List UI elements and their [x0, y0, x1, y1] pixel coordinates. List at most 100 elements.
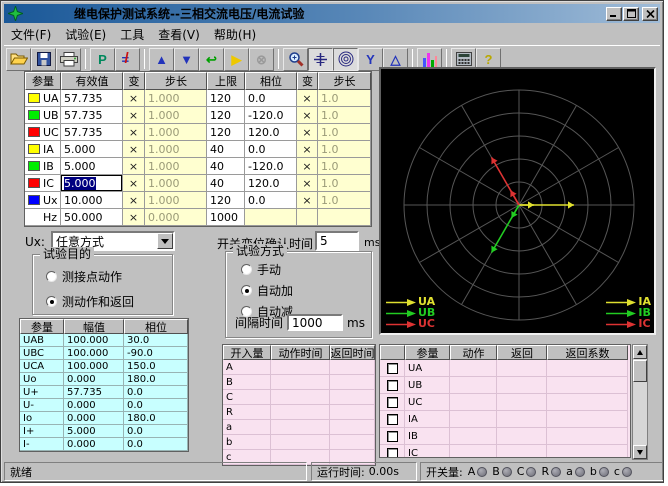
purpose-option-0[interactable]: 测接点动作	[46, 268, 134, 285]
param-var2-Ux[interactable]: ×	[297, 192, 318, 209]
confirm-time-input[interactable]: 5	[315, 231, 359, 251]
checkbox-UB[interactable]	[387, 380, 398, 391]
param-phase-UC[interactable]: 120.0	[245, 124, 297, 141]
param-var2-Hz[interactable]	[297, 209, 318, 226]
param-limit-IB[interactable]: 40	[207, 158, 245, 175]
param-var1-IC[interactable]: ×	[123, 175, 145, 192]
param-var2-IA[interactable]: ×	[297, 141, 318, 158]
radio-unchecked-icon[interactable]	[46, 271, 57, 282]
param-var1-UA[interactable]: ×	[123, 90, 145, 107]
param-value-IA[interactable]: 5.000	[61, 141, 123, 158]
param-var1-IA[interactable]: ×	[123, 141, 145, 158]
polar-view-button[interactable]	[333, 48, 358, 71]
param-var1-UB[interactable]: ×	[123, 107, 145, 124]
param-phase-UA[interactable]: 0.0	[245, 90, 297, 107]
maximize-button[interactable]	[623, 7, 639, 21]
step-down-button[interactable]: ▼	[174, 48, 199, 71]
menu-item-test[interactable]: 试验(E)	[58, 24, 113, 45]
param-var2-IC[interactable]: ×	[297, 175, 318, 192]
p-mode-button[interactable]: P	[90, 48, 115, 71]
scroll-down-button[interactable]	[633, 445, 647, 459]
menu-item-help[interactable]: 帮助(H)	[207, 24, 263, 45]
param-limit-Ux[interactable]: 120	[207, 192, 245, 209]
param-var1-IB[interactable]: ×	[123, 158, 145, 175]
param-var2-IB[interactable]: ×	[297, 158, 318, 175]
close-button[interactable]	[642, 7, 658, 21]
radio-checked-icon[interactable]	[241, 285, 252, 296]
radio-checked-icon[interactable]	[46, 296, 57, 307]
value-edit-field[interactable]: 5.000	[61, 175, 122, 191]
param-var2-UA[interactable]: ×	[297, 90, 318, 107]
param-step2-Hz[interactable]	[318, 209, 371, 226]
stop-button[interactable]: ⊗	[249, 48, 274, 71]
checkbox-IC[interactable]	[387, 448, 398, 459]
param-step1-UB[interactable]: 1.000	[145, 107, 207, 124]
param-phase-UB[interactable]: -120.0	[245, 107, 297, 124]
radio-unchecked-icon[interactable]	[241, 264, 252, 275]
param-limit-IC[interactable]: 40	[207, 175, 245, 192]
menu-item-file[interactable]: 文件(F)	[4, 24, 58, 45]
param-step2-IB[interactable]: 1.0	[318, 158, 371, 175]
menu-item-view[interactable]: 查看(V)	[151, 24, 207, 45]
phasor-toggle-button[interactable]: =/	[115, 48, 140, 71]
print-button[interactable]	[56, 48, 81, 71]
checkbox-UC[interactable]	[387, 397, 398, 408]
derived-header-2: 相位	[124, 319, 188, 334]
param-value-Ux[interactable]: 10.000	[61, 192, 123, 209]
result-scrollbar[interactable]	[632, 344, 648, 460]
param-var1-Ux[interactable]: ×	[123, 192, 145, 209]
checkbox-UA[interactable]	[387, 363, 398, 374]
param-var2-UC[interactable]: ×	[297, 124, 318, 141]
param-value-Hz[interactable]: 50.000	[61, 209, 123, 226]
undo-button[interactable]: ↩	[199, 48, 224, 71]
param-value-IB[interactable]: 5.000	[61, 158, 123, 175]
param-var1-UC[interactable]: ×	[123, 124, 145, 141]
step-up-button[interactable]: ▲	[149, 48, 174, 71]
param-phase-Ux[interactable]: 0.0	[245, 192, 297, 209]
scroll-up-button[interactable]	[633, 345, 647, 359]
param-step2-IA[interactable]: 1.0	[318, 141, 371, 158]
param-step1-IB[interactable]: 1.000	[145, 158, 207, 175]
param-step2-Ux[interactable]: 1.0	[318, 192, 371, 209]
param-value-IC[interactable]: 5.000	[61, 175, 123, 192]
param-var1-Hz[interactable]: ×	[123, 209, 145, 226]
param-var2-UB[interactable]: ×	[297, 107, 318, 124]
param-limit-Hz[interactable]: 1000	[207, 209, 245, 226]
param-step1-Hz[interactable]: 0.000	[145, 209, 207, 226]
param-value-UC[interactable]: 57.735	[61, 124, 123, 141]
param-step2-UB[interactable]: 1.0	[318, 107, 371, 124]
checkbox-IB[interactable]	[387, 431, 398, 442]
param-limit-UC[interactable]: 120	[207, 124, 245, 141]
param-limit-IA[interactable]: 40	[207, 141, 245, 158]
param-step2-IC[interactable]: 1.0	[318, 175, 371, 192]
param-step2-UA[interactable]: 1.0	[318, 90, 371, 107]
param-value-UA[interactable]: 57.735	[61, 90, 123, 107]
param-value-UB[interactable]: 57.735	[61, 107, 123, 124]
open-button[interactable]	[6, 48, 31, 71]
param-step2-UC[interactable]: 1.0	[318, 124, 371, 141]
param-limit-UB[interactable]: 120	[207, 107, 245, 124]
checkbox-IA[interactable]	[387, 414, 398, 425]
minimize-button[interactable]	[606, 7, 622, 21]
param-phase-IA[interactable]: 0.0	[245, 141, 297, 158]
param-limit-UA[interactable]: 120	[207, 90, 245, 107]
param-step1-Ux[interactable]: 1.000	[145, 192, 207, 209]
axes-view-button[interactable]	[308, 48, 333, 71]
param-phase-IC[interactable]: 120.0	[245, 175, 297, 192]
scroll-thumb[interactable]	[633, 360, 647, 382]
param-step1-UC[interactable]: 1.000	[145, 124, 207, 141]
zoom-button[interactable]	[283, 48, 308, 71]
start-button[interactable]: ▶	[224, 48, 249, 71]
purpose-option-1[interactable]: 测动作和返回	[46, 293, 134, 310]
interval-input[interactable]: 1000	[287, 314, 343, 331]
mode-option-1[interactable]: 自动加	[241, 282, 293, 299]
param-step1-IC[interactable]: 1.000	[145, 175, 207, 192]
mode-option-0[interactable]: 手动	[241, 261, 293, 278]
param-phase-Hz[interactable]	[245, 209, 297, 226]
dropdown-arrow-button[interactable]	[157, 233, 173, 249]
menu-item-tools[interactable]: 工具	[113, 24, 151, 45]
param-phase-IB[interactable]: -120.0	[245, 158, 297, 175]
param-step1-UA[interactable]: 1.000	[145, 90, 207, 107]
param-step1-IA[interactable]: 1.000	[145, 141, 207, 158]
save-button[interactable]	[31, 48, 56, 71]
